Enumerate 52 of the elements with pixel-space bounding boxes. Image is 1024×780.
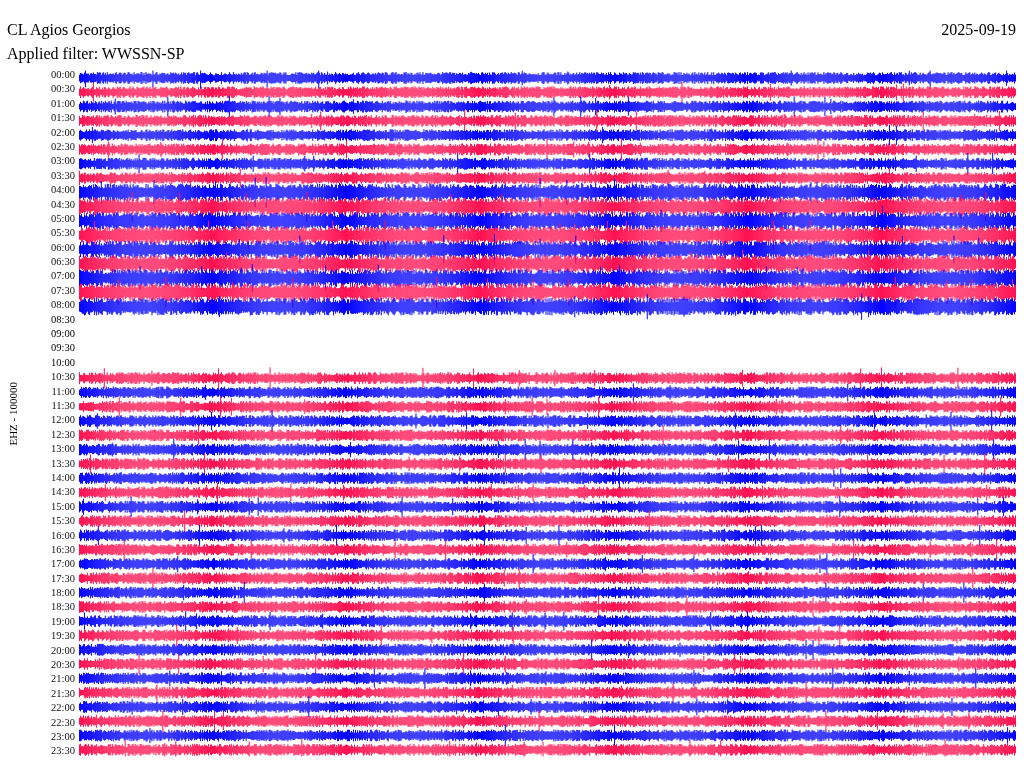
time-label: 04:30 [50, 197, 75, 212]
time-label: 14:00 [50, 470, 75, 485]
time-label: 16:00 [50, 528, 75, 543]
time-label: 01:00 [50, 96, 75, 111]
time-label: 21:30 [50, 686, 75, 701]
time-label: 11:30 [50, 399, 75, 413]
time-label: 22:00 [50, 701, 75, 716]
time-label: 02:30 [50, 139, 75, 154]
time-label: 00:30 [50, 82, 75, 97]
channel-label: EHZ - 100000 [7, 381, 19, 446]
time-label: 20:30 [50, 658, 75, 672]
time-label: 10:00 [50, 355, 75, 370]
time-label: 08:00 [50, 298, 75, 313]
time-label: 19:00 [50, 614, 75, 629]
time-label: 05:00 [50, 211, 75, 226]
time-label: 09:00 [50, 327, 75, 342]
time-label: 03:30 [50, 168, 75, 183]
time-label: 19:30 [50, 629, 75, 644]
time-label: 17:30 [50, 571, 75, 586]
time-label: 10:30 [50, 370, 75, 385]
time-label: 22:30 [50, 715, 75, 730]
time-label: 12:00 [50, 413, 75, 428]
time-label: 05:30 [50, 226, 75, 241]
time-label: 06:00 [50, 240, 75, 255]
time-label: 13:30 [50, 456, 75, 471]
filter-label: Applied filter: WWSSN-SP [7, 45, 185, 62]
time-label: 18:00 [50, 586, 75, 601]
time-label: 14:30 [50, 485, 75, 500]
time-label: 15:00 [50, 499, 75, 514]
time-label: 00:00 [50, 68, 75, 82]
time-label: 11:00 [50, 384, 75, 399]
date-label: 2025-09-19 [941, 20, 1016, 40]
time-label: 21:00 [50, 672, 75, 687]
time-label: 06:30 [50, 255, 75, 270]
time-label: 08:30 [50, 312, 75, 327]
time-label: 03:00 [50, 154, 75, 169]
time-label: 07:00 [50, 269, 75, 284]
time-label: 23:00 [50, 729, 75, 744]
time-label: 04:00 [50, 183, 75, 198]
time-label: 13:00 [50, 442, 75, 457]
time-label: 01:30 [50, 111, 75, 126]
station-title: CL Agios Georgios [7, 20, 131, 40]
time-label: 18:30 [50, 600, 75, 615]
time-label: 09:30 [50, 341, 75, 356]
time-label: 15:30 [50, 514, 75, 529]
time-label: 16:30 [50, 542, 75, 557]
time-label: 12:30 [50, 427, 75, 442]
time-label: 07:30 [50, 283, 75, 298]
time-label: 23:30 [50, 744, 75, 759]
time-label: 02:00 [50, 125, 75, 140]
time-label: 17:00 [50, 557, 75, 572]
time-label: 20:00 [50, 643, 75, 658]
